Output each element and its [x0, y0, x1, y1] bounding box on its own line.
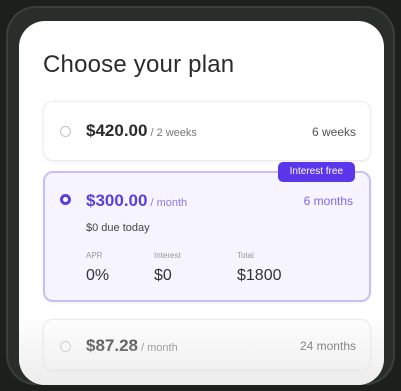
plan-term: 24 months	[299, 339, 356, 353]
apr-label: APR	[86, 251, 103, 260]
plan-option-24-months[interactable]: $87.28/ month 24 months	[43, 319, 371, 371]
plan-price: $300.00/ month	[86, 191, 187, 211]
interest-value: $0	[154, 267, 172, 284]
plan-price-period: / 2 weeks	[150, 127, 197, 139]
total-label: Total	[237, 251, 254, 260]
total-value: $1800	[237, 267, 282, 284]
plan-term: 6 months	[303, 194, 353, 208]
radio-unselected[interactable]	[60, 126, 71, 137]
plan-price-period: / month	[150, 197, 188, 209]
page-title: Choose your plan	[43, 51, 235, 78]
apr-value: 0%	[86, 267, 110, 284]
plan-card: Choose your plan $420.00/ 2 weeks 6 week…	[19, 21, 384, 385]
plan-price: $87.28/ month	[86, 336, 178, 356]
plan-option-2-weeks[interactable]: $420.00/ 2 weeks 6 weeks	[43, 101, 371, 161]
plan-price-amount: $300.00	[86, 191, 148, 210]
interest-label: Interest	[154, 251, 181, 260]
radio-unselected[interactable]	[60, 341, 71, 352]
plan-term: 6 weeks	[311, 125, 356, 139]
due-today-text: $0 due today	[86, 222, 150, 234]
plan-option-monthly-selected[interactable]: Interest free $300.00/ month 6 months $0…	[43, 162, 371, 302]
radio-selected[interactable]	[60, 194, 71, 205]
plan-price-period: / month	[141, 342, 178, 354]
plan-price: $420.00/ 2 weeks	[86, 121, 197, 141]
plan-price-amount: $87.28	[86, 336, 138, 355]
interest-free-badge: Interest free	[277, 162, 355, 182]
plan-price-amount: $420.00	[86, 121, 148, 140]
